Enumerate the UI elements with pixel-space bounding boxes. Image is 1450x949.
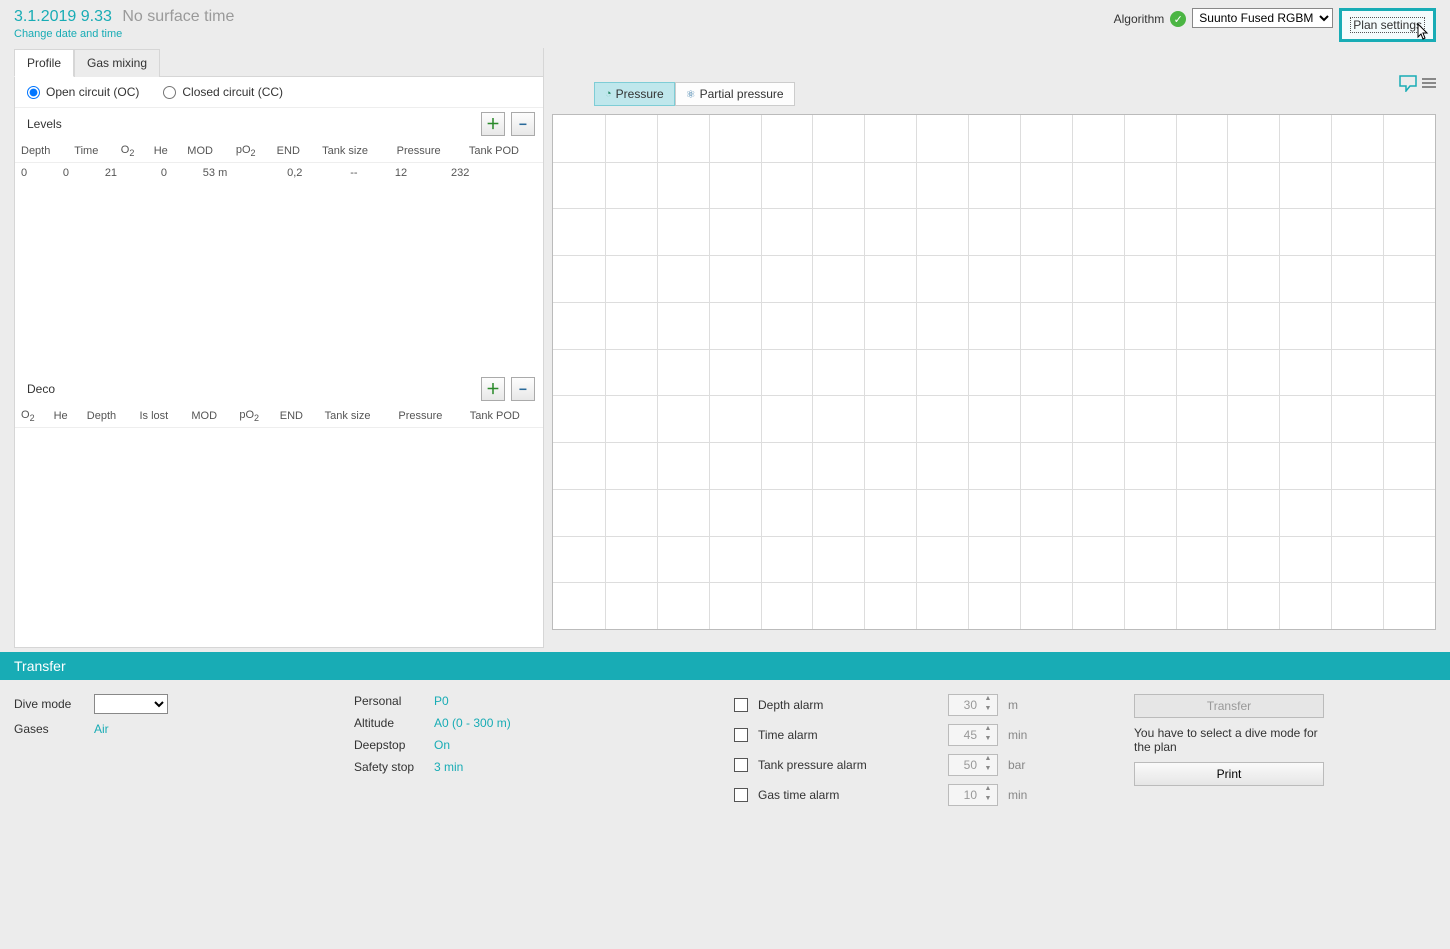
- tank-alarm-label: Tank pressure alarm: [758, 758, 938, 772]
- levels-remove-button[interactable]: −: [511, 112, 535, 136]
- algorithm-select[interactable]: Suunto Fused RGBM: [1192, 8, 1333, 28]
- col-he: He: [148, 140, 182, 163]
- surface-time: No surface time: [122, 8, 234, 25]
- hint-text: You have to select a dive mode for the p…: [1134, 726, 1334, 754]
- depth-alarm-label: Depth alarm: [758, 698, 938, 712]
- deco-remove-button[interactable]: −: [511, 377, 535, 401]
- tank-alarm-checkbox[interactable]: [734, 758, 748, 772]
- dcol-islost: Is lost: [133, 405, 185, 428]
- time-alarm-label: Time alarm: [758, 728, 938, 742]
- callout-icon: [1398, 74, 1418, 92]
- depth-alarm-spinner[interactable]: ▲▼: [948, 694, 998, 716]
- col-end: END: [271, 140, 316, 163]
- personal-label: Personal: [354, 694, 424, 708]
- dcol-tank-size: Tank size: [319, 405, 393, 428]
- gas-alarm-label: Gas time alarm: [758, 788, 938, 802]
- altitude-value[interactable]: A0 (0 - 300 m): [434, 716, 511, 730]
- plan-datetime: 3.1.2019 9.33: [14, 8, 112, 25]
- tab-gas-mixing[interactable]: Gas mixing: [74, 49, 160, 77]
- radio-closed-circuit[interactable]: Closed circuit (CC): [163, 85, 283, 99]
- deepstop-label: Deepstop: [354, 738, 424, 752]
- dcol-mod: MOD: [185, 405, 233, 428]
- col-o2: O2: [115, 140, 148, 163]
- dcol-he: He: [48, 405, 81, 428]
- col-depth: Depth: [15, 140, 68, 163]
- transfer-header: Transfer: [0, 652, 1450, 680]
- deepstop-value[interactable]: On: [434, 738, 450, 752]
- col-pressure: Pressure: [391, 140, 463, 163]
- dive-mode-label: Dive mode: [14, 697, 84, 711]
- tab-profile[interactable]: Profile: [14, 49, 74, 77]
- change-date-link[interactable]: Change date and time: [14, 28, 122, 40]
- dcol-tank-pod: Tank POD: [464, 405, 543, 428]
- chart-area: [552, 114, 1436, 630]
- dive-mode-select[interactable]: [94, 694, 168, 714]
- cursor-icon: [1417, 23, 1431, 41]
- time-alarm-checkbox[interactable]: [734, 728, 748, 742]
- altitude-label: Altitude: [354, 716, 424, 730]
- levels-title: Levels: [27, 117, 62, 131]
- personal-value[interactable]: P0: [434, 694, 449, 708]
- dcol-depth: Depth: [81, 405, 134, 428]
- radio-open-circuit[interactable]: Open circuit (OC): [27, 85, 139, 99]
- dcol-end: END: [274, 405, 319, 428]
- chart-tab-partial-pressure[interactable]: ⚛ Partial pressure: [675, 82, 795, 106]
- algorithm-label: Algorithm: [1114, 12, 1165, 26]
- gases-label: Gases: [14, 722, 84, 736]
- col-time: Time: [68, 140, 114, 163]
- gas-alarm-spinner[interactable]: ▲▼: [948, 784, 998, 806]
- time-alarm-spinner[interactable]: ▲▼: [948, 724, 998, 746]
- tank-alarm-spinner[interactable]: ▲▼: [948, 754, 998, 776]
- menu-icon[interactable]: [1422, 78, 1436, 88]
- safety-stop-value[interactable]: 3 min: [434, 760, 463, 774]
- deco-add-button[interactable]: ＋: [481, 377, 505, 401]
- print-button[interactable]: Print: [1134, 762, 1324, 786]
- col-mod: MOD: [181, 140, 230, 163]
- col-po2: pO2: [230, 140, 271, 163]
- check-icon: ✓: [1170, 11, 1186, 27]
- plan-settings-button[interactable]: Plan settings: [1339, 8, 1436, 42]
- levels-add-button[interactable]: ＋: [481, 112, 505, 136]
- col-tank-pod: Tank POD: [463, 140, 543, 163]
- col-tank-size: Tank size: [316, 140, 391, 163]
- molecule-icon: ⚛: [686, 88, 696, 101]
- table-row[interactable]: 0 0 21 0 53 m 0,2 -- 12 232: [15, 163, 543, 183]
- safety-stop-label: Safety stop: [354, 760, 424, 774]
- gas-alarm-checkbox[interactable]: [734, 788, 748, 802]
- gases-value[interactable]: Air: [94, 722, 109, 736]
- dcol-o2: O2: [15, 405, 48, 428]
- gauge-icon: ◔: [605, 88, 612, 100]
- dcol-pressure: Pressure: [392, 405, 463, 428]
- dcol-po2: pO2: [233, 405, 273, 428]
- deco-title: Deco: [27, 382, 55, 396]
- chart-tab-pressure[interactable]: ◔ Pressure: [594, 82, 675, 106]
- depth-alarm-checkbox[interactable]: [734, 698, 748, 712]
- transfer-button[interactable]: Transfer: [1134, 694, 1324, 718]
